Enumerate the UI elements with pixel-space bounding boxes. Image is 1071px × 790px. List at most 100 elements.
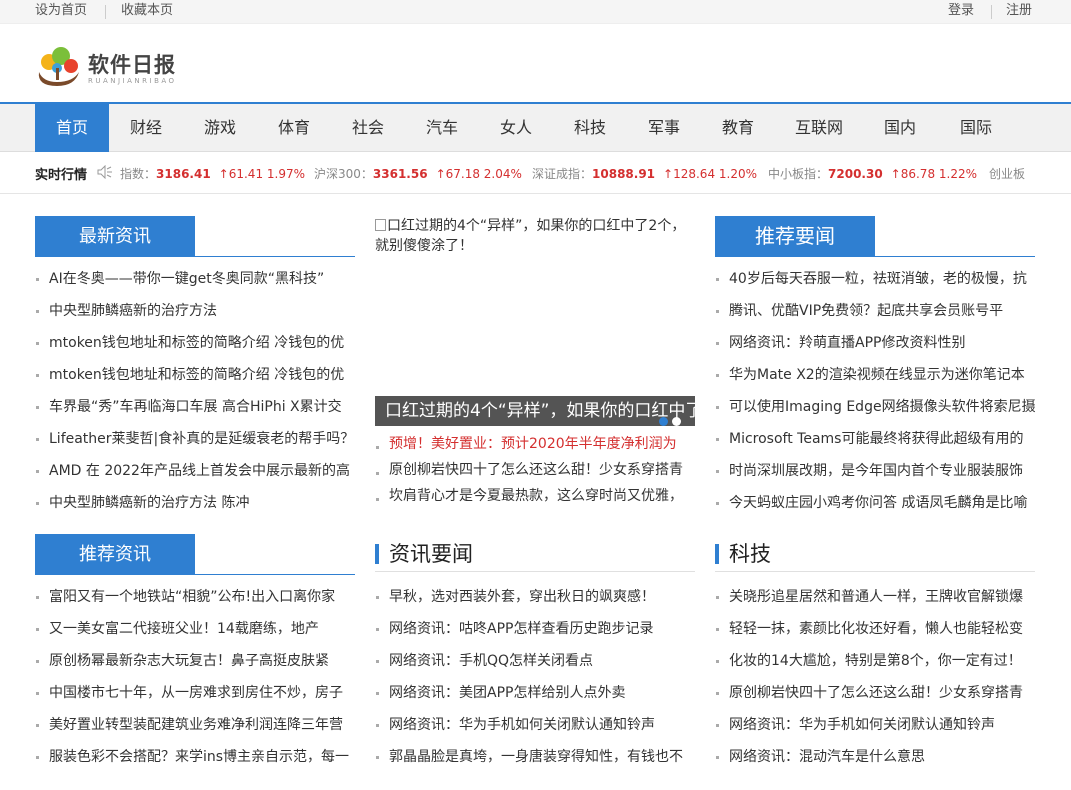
list-item[interactable]: 中央型肺鳞癌新的治疗方法: [35, 295, 355, 327]
ticker-item[interactable]: 创业板: [989, 165, 1025, 182]
nav-international[interactable]: 国际: [937, 104, 1015, 152]
news-section: 资讯要闻 早秋，选对西装外套，穿出秋日的飒爽感！ 网络资讯：咕咚APP怎样查看历…: [375, 534, 695, 773]
nav-auto[interactable]: 汽车: [405, 104, 479, 152]
section-title[interactable]: 资讯要闻: [389, 538, 473, 568]
main-nav: 首页 财经 游戏 体育 社会 汽车 女人 科技 军事 教育 互联网 国内 国际: [0, 104, 1071, 152]
list-item[interactable]: 服装色彩不会搭配？来学ins博主亲自示范，每一: [35, 741, 355, 773]
list-item[interactable]: 今天蚂蚁庄园小鸡考你问答 成语凤毛麟角是比喻: [715, 487, 1035, 519]
list-item[interactable]: AMD 在 2022年产品线上首发会中展示最新的高: [35, 455, 355, 487]
featured-caption[interactable]: 口红过期的4个“异样”，如果你的口红中了2个，就别傻傻涂了！: [375, 396, 695, 426]
tree-logo-icon[interactable]: [35, 42, 83, 88]
featured-list-section: 预增！美好置业：预计2020年半年度净利润为 原创柳岩快四十了怎么还这么甜！少女…: [375, 428, 695, 509]
ticker-item[interactable]: 中小板指：7200.30 ↑86.78 1.22%: [768, 165, 977, 182]
site-logo-text[interactable]: 软件日报 RUANJIANRIBAO: [88, 49, 177, 85]
list-item[interactable]: 华为Mate X2的渲染视频在线显示为迷你笔记本: [715, 359, 1035, 391]
list-item[interactable]: 中国楼市七十年，从一房难求到房住不炒，房子: [35, 677, 355, 709]
nav-women[interactable]: 女人: [479, 104, 553, 152]
nav-tech[interactable]: 科技: [553, 104, 627, 152]
nav-society[interactable]: 社会: [331, 104, 405, 152]
list-item[interactable]: 原创柳岩快四十了怎么还这么甜！少女系穿搭青: [375, 457, 695, 483]
list-item[interactable]: 40岁后每天吞服一粒，祛斑消皱，老的极慢，抗: [715, 263, 1035, 295]
section-header: 资讯要闻: [375, 534, 695, 572]
list-item[interactable]: mtoken钱包地址和标签的简略介绍 冷钱包的优: [35, 359, 355, 391]
list-item[interactable]: 时尚深圳展改期，是今年国内首个专业服装服饰: [715, 455, 1035, 487]
logo-subtitle: RUANJIANRIBAO: [88, 77, 177, 85]
nav-domestic[interactable]: 国内: [863, 104, 937, 152]
list-item[interactable]: 车界最“秀”车再临海口车展 高合HiPhi X累计交: [35, 391, 355, 423]
top-news-section: 推荐要闻 40岁后每天吞服一粒，祛斑消皱，老的极慢，抗 腾讯、优酷VIP免费领？…: [715, 216, 1035, 519]
list-item[interactable]: 网络资讯：华为手机如何关闭默认通知铃声: [375, 709, 695, 741]
tech-section: 科技 关晓彤追星居然和普通人一样，王牌收官解锁爆 轻轻一抹，素颜比化妆还好看，懒…: [715, 534, 1035, 773]
market-ticker: 实时行情 指数：3186.41 ↑61.41 1.97% 沪深300：3361.5…: [0, 152, 1071, 194]
section-title[interactable]: 推荐资讯: [35, 534, 195, 575]
nav-games[interactable]: 游戏: [183, 104, 257, 152]
register-link[interactable]: 注册: [1006, 3, 1032, 19]
section-marker: [715, 544, 719, 564]
nav-military[interactable]: 军事: [627, 104, 701, 152]
broken-image-icon: [375, 219, 386, 231]
list-item[interactable]: 早秋，选对西装外套，穿出秋日的飒爽感！: [375, 581, 695, 613]
list-item[interactable]: 轻轻一抹，素颜比化妆还好看，懒人也能轻松变: [715, 613, 1035, 645]
top-news-list: 40岁后每天吞服一粒，祛斑消皱，老的极慢，抗 腾讯、优酷VIP免费领？起底共享会…: [715, 263, 1035, 519]
news-list: 早秋，选对西装外套，穿出秋日的飒爽感！ 网络资讯：咕咚APP怎样查看历史跑步记录…: [375, 581, 695, 773]
latest-news-section: 最新资讯 AI在冬奥——带你一键get冬奥同款“黑科技” 中央型肺鳞癌新的治疗方…: [35, 216, 355, 519]
featured-image[interactable]: 口红过期的4个“异样”，如果你的口红中了2个，就别傻傻涂了！: [375, 216, 695, 256]
section-title[interactable]: 最新资讯: [35, 216, 195, 257]
slider-dot[interactable]: [659, 417, 668, 426]
tech-list: 关晓彤追星居然和普通人一样，王牌收官解锁爆 轻轻一抹，素颜比化妆还好看，懒人也能…: [715, 581, 1035, 773]
list-item[interactable]: 网络资讯：美团APP怎样给别人点外卖: [375, 677, 695, 709]
list-item[interactable]: 网络资讯：咕咚APP怎样查看历史跑步记录: [375, 613, 695, 645]
latest-news-list: AI在冬奥——带你一键get冬奥同款“黑科技” 中央型肺鳞癌新的治疗方法 mto…: [35, 263, 355, 519]
list-item[interactable]: Lifeather莱斐哲|食补真的是延缓衰老的帮手吗？: [35, 423, 355, 455]
ticker-item[interactable]: 深证成指：10888.91 ↑128.64 1.20%: [532, 165, 757, 182]
recommended-list: 富阳又有一个地铁站“相貌”公布!出入口离你家 又一美女富二代接班父业！14载磨练…: [35, 581, 355, 773]
list-item[interactable]: 关晓彤追星居然和普通人一样，王牌收官解锁爆: [715, 581, 1035, 613]
list-item[interactable]: 又一美女富二代接班父业！14载磨练，地产: [35, 613, 355, 645]
list-item[interactable]: 腾讯、优酷VIP免费领？起底共享会员账号平: [715, 295, 1035, 327]
list-item[interactable]: 中央型肺鳞癌新的治疗方法 陈冲: [35, 487, 355, 519]
speaker-icon[interactable]: [97, 165, 113, 179]
slider-dots: [655, 406, 681, 426]
list-item[interactable]: 预增！美好置业：预计2020年半年度净利润为: [375, 431, 695, 457]
set-home-link[interactable]: 设为首页: [35, 3, 87, 19]
section-header: 最新资讯: [35, 216, 355, 257]
list-item[interactable]: 原创杨幂最新杂志大玩复古！鼻子高挺皮肤紧: [35, 645, 355, 677]
list-item[interactable]: 郭晶晶脸是真垮，一身唐装穿得知性，有钱也不: [375, 741, 695, 773]
nav-education[interactable]: 教育: [701, 104, 775, 152]
section-marker: [375, 544, 379, 564]
section-header: 推荐要闻: [715, 216, 1035, 257]
list-item[interactable]: mtoken钱包地址和标签的简略介绍 冷钱包的优: [35, 327, 355, 359]
featured-slider[interactable]: 口红过期的4个“异样”，如果你的口红中了2个，就别傻傻涂了！ 口红过期的4个“异…: [375, 216, 695, 428]
list-item[interactable]: 可以使用Imaging Edge网络摄像头软件将索尼摄: [715, 391, 1035, 423]
section-header: 推荐资讯: [35, 534, 355, 575]
ticker-item[interactable]: 沪深300：3361.56 ↑67.18 2.04%: [314, 165, 522, 182]
nav-home[interactable]: 首页: [35, 104, 109, 152]
slider-dot[interactable]: [672, 417, 681, 426]
divider: [991, 5, 992, 19]
section-title[interactable]: 科技: [729, 538, 771, 568]
list-item[interactable]: 网络资讯：羚萌直播APP修改资料性别: [715, 327, 1035, 359]
featured-list: 预增！美好置业：预计2020年半年度净利润为 原创柳岩快四十了怎么还这么甜！少女…: [375, 431, 695, 509]
bookmark-link[interactable]: 收藏本页: [121, 3, 173, 19]
list-item[interactable]: 网络资讯：手机QQ怎样关闭看点: [375, 645, 695, 677]
list-item[interactable]: 原创柳岩快四十了怎么还这么甜！少女系穿搭青: [715, 677, 1035, 709]
nav-internet[interactable]: 互联网: [775, 104, 863, 152]
login-link[interactable]: 登录: [948, 3, 974, 19]
section-header: 科技: [715, 534, 1035, 572]
list-item[interactable]: 网络资讯：华为手机如何关闭默认通知铃声: [715, 709, 1035, 741]
nav-finance[interactable]: 财经: [109, 104, 183, 152]
top-bar: 设为首页 收藏本页 登录 注册: [0, 0, 1071, 24]
section-title[interactable]: 推荐要闻: [715, 216, 875, 257]
list-item[interactable]: 富阳又有一个地铁站“相貌”公布!出入口离你家: [35, 581, 355, 613]
logo-title: 软件日报: [88, 53, 176, 77]
list-item[interactable]: 美好置业转型装配建筑业务难净利润连降三年营: [35, 709, 355, 741]
list-item[interactable]: AI在冬奥——带你一键get冬奥同款“黑科技”: [35, 263, 355, 295]
nav-sports[interactable]: 体育: [257, 104, 331, 152]
ticker-item[interactable]: 指数：3186.41 ↑61.41 1.97%: [120, 165, 305, 182]
list-item[interactable]: 网络资讯：混动汽车是什么意思: [715, 741, 1035, 773]
list-item[interactable]: 化妆的14大尴尬，特别是第8个，你一定有过！: [715, 645, 1035, 677]
site-header: 软件日报 RUANJIANRIBAO: [0, 24, 1071, 104]
list-item[interactable]: Microsoft Teams可能最终将获得此超级有用的: [715, 423, 1035, 455]
divider: [105, 5, 106, 19]
list-item[interactable]: 坎肩背心才是今夏最热款，这么穿时尚又优雅，: [375, 483, 695, 509]
